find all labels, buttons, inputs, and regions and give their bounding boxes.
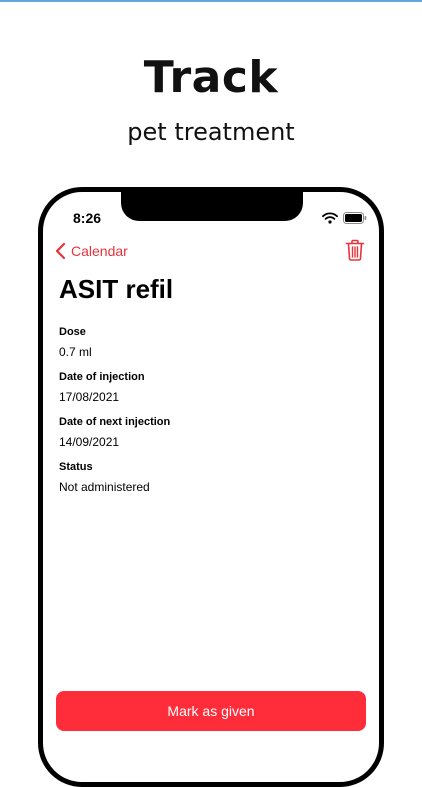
status-field: Status Not administered <box>59 461 150 494</box>
phone-notch <box>121 192 303 221</box>
next-injection-date-label: Date of next injection <box>59 416 171 428</box>
injection-date-value: 17/08/2021 <box>59 390 120 404</box>
dose-field: Dose 0.7 ml <box>59 326 92 359</box>
trash-icon[interactable] <box>345 239 365 261</box>
dose-label: Dose <box>59 326 86 338</box>
chevron-left-icon <box>55 242 66 260</box>
status-time: 8:26 <box>73 210 102 226</box>
status-value: Not administered <box>59 480 150 494</box>
promo-subheadline: pet treatment <box>127 118 295 146</box>
mark-as-given-button[interactable]: Mark as given <box>56 691 366 731</box>
next-injection-date-value: 14/09/2021 <box>59 435 120 449</box>
page-title: ASIT refil <box>59 274 174 304</box>
next-injection-date-field: Date of next injection 14/09/2021 <box>59 416 170 449</box>
battery-icon <box>343 212 367 224</box>
wifi-icon <box>322 212 338 224</box>
back-button-label: Calendar <box>71 243 128 259</box>
promo-headline: Track <box>143 52 279 103</box>
status-label: Status <box>59 461 93 473</box>
back-button[interactable]: Calendar <box>55 242 128 260</box>
top-divider <box>0 0 422 2</box>
injection-date-label: Date of injection <box>59 371 145 383</box>
dose-value: 0.7 ml <box>59 345 92 359</box>
phone-frame: 8:26 Calendar ASIT refil Dose 0.7 ml Dat… <box>38 187 384 787</box>
injection-date-field: Date of injection 17/08/2021 <box>59 371 145 404</box>
